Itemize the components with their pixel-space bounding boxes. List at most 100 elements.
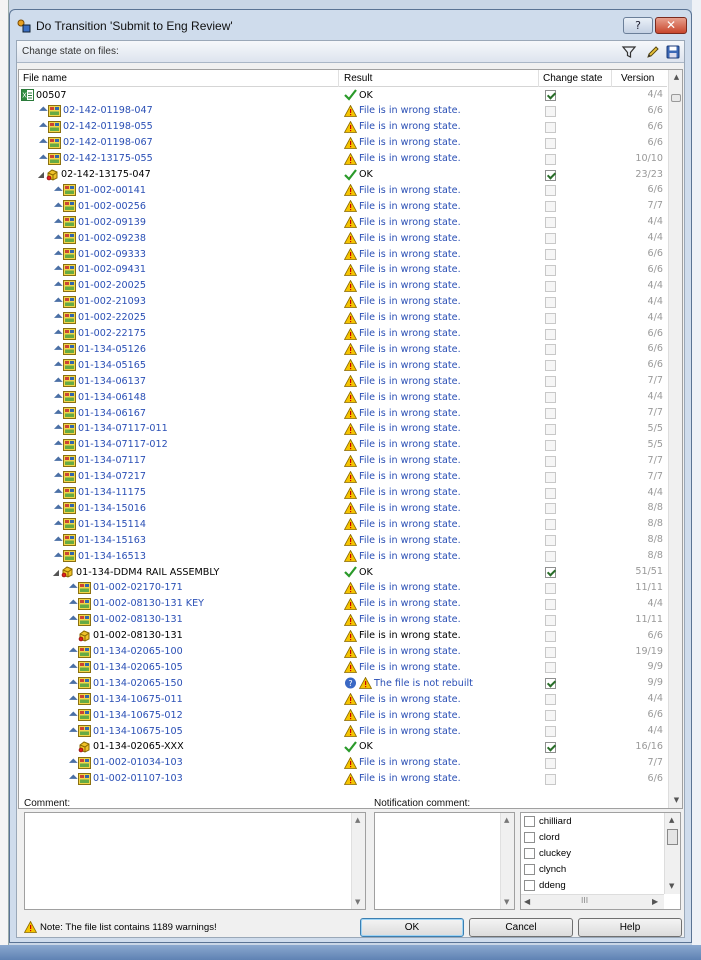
file-name[interactable]: 01-134-10675-011 [93,694,183,705]
edit-icon[interactable] [645,44,661,60]
change-state-checkbox[interactable] [545,169,556,181]
notify-user-checkbox[interactable] [524,816,535,827]
file-name[interactable]: 01-002-09333 [78,249,146,260]
file-name[interactable]: 01-002-09431 [78,264,146,275]
users-horizontal-scrollbar[interactable]: ◀ III ▶ [521,894,664,909]
notify-user-item[interactable]: cluckey [524,848,571,859]
file-row[interactable]: ◥ 01-134-16513 File is in wrong state. 8/8 [19,549,667,565]
file-name[interactable]: 02-142-01198-055 [63,121,153,132]
file-row[interactable]: ◥ 01-002-01034-103 File is in wrong state.… [19,756,667,772]
file-name[interactable]: 01-134-07117-011 [78,423,168,434]
file-name[interactable]: 01-002-22175 [78,328,146,339]
title-help-button[interactable]: ? [623,17,653,34]
file-row[interactable]: ◥ 01-134-07117-011 File is in wrong state.… [19,422,667,438]
close-button[interactable]: ✕ [655,17,687,34]
file-row[interactable]: ◥ 01-002-09238 File is in wrong state. 4/4 [19,231,667,247]
file-name[interactable]: 01-134-06137 [78,376,146,387]
notify-user-item[interactable]: chilliard [524,816,572,827]
column-header-result[interactable]: Result [344,73,372,84]
file-name[interactable]: 01-134-02065-XXX [93,741,184,752]
change-state-checkbox[interactable] [545,567,556,578]
file-row[interactable]: ◥ 01-002-01107-103 File is in wrong state.… [19,772,667,788]
file-row[interactable]: ◥ 01-002-22025 File is in wrong state. 4/4 [19,311,667,327]
file-name[interactable]: 01-134-10675-105 [93,726,183,737]
file-row[interactable]: ◥ 01-134-06137 File is in wrong state. 7/7 [19,374,667,390]
comment-input[interactable]: ▲ ▼ [24,812,366,910]
file-row[interactable]: ◥ 01-002-21093 File is in wrong state. 4/4 [19,295,667,311]
file-name[interactable]: 01-134-DDM4 RAIL ASSEMBLY [76,567,219,578]
file-row[interactable]: X 00507 OK 4/4 [19,88,667,104]
notification-comment-input[interactable]: ▲ ▼ [374,812,515,910]
file-row[interactable]: ◥ 01-134-02065-105 File is in wrong state.… [19,660,667,676]
file-name[interactable]: 01-134-05126 [78,344,146,355]
notify-user-item[interactable]: clord [524,832,560,843]
file-name[interactable]: 01-002-22025 [78,312,146,323]
file-row[interactable]: ◥ 01-134-05165 File is in wrong state. 6/6 [19,358,667,374]
column-header-change-state[interactable]: Change state [543,73,603,84]
file-name[interactable]: 01-002-09238 [78,233,146,244]
file-name[interactable]: 01-134-15114 [78,519,146,530]
file-row[interactable]: ◥ 01-134-10675-105 File is in wrong state.… [19,724,667,740]
scroll-down-icon[interactable]: ▼ [669,793,682,808]
file-row[interactable]: ◥ 01-134-11175 File is in wrong state. 4/4 [19,486,667,502]
file-name[interactable]: 01-002-01107-103 [93,773,183,784]
tree-expander-icon[interactable]: ◢ [51,568,61,577]
help-button[interactable]: Help [578,918,682,937]
file-name[interactable]: 01-002-00256 [78,201,146,212]
file-row[interactable]: ◥ 01-002-02170-171 File is in wrong state.… [19,581,667,597]
file-row[interactable]: ◥ 02-142-01198-067 File is in wrong state.… [19,136,667,152]
notify-user-item[interactable]: ddeng [524,880,566,891]
file-name[interactable]: 01-002-08130-131 [93,630,183,641]
file-row[interactable]: ◥ 01-002-09333 File is in wrong state. 6/6 [19,247,667,263]
file-name[interactable]: 01-002-01034-103 [93,757,183,768]
save-icon[interactable] [665,44,681,60]
file-row[interactable]: ◢ 02-142-13175-047 OK 23/23 [19,168,667,184]
file-row[interactable]: ◥ 01-002-00141 File is in wrong state. 6/6 [19,183,667,199]
file-row[interactable]: ◥ 02-142-13175-055 File is in wrong state.… [19,152,667,168]
file-name[interactable]: 00507 [36,90,67,101]
change-state-checkbox[interactable] [545,90,556,101]
file-name[interactable]: 01-134-10675-012 [93,710,183,721]
file-name[interactable]: 02-142-13175-047 [61,169,151,180]
file-name[interactable]: 02-142-01198-047 [63,105,153,116]
file-row[interactable]: ◥ 01-134-15016 File is in wrong state. 8/8 [19,501,667,517]
tree-expander-icon[interactable]: ◢ [36,170,46,179]
file-name[interactable]: 02-142-01198-067 [63,137,153,148]
file-row[interactable]: ◥ 01-134-02065-100 File is in wrong state.… [19,645,667,661]
file-name[interactable]: 01-134-16513 [78,551,146,562]
file-list[interactable]: File name Result Change state Version X 0… [18,69,683,809]
file-row[interactable]: ◥ 01-002-09431 File is in wrong state. 6/6 [19,263,667,279]
file-row[interactable]: ◥ 02-142-01198-047 File is in wrong state.… [19,104,667,120]
file-row[interactable]: ◥ 01-002-22175 File is in wrong state. 6/6 [19,327,667,343]
file-name[interactable]: 01-134-11175 [78,487,146,498]
file-name[interactable]: 01-002-09139 [78,217,146,228]
notify-users-list[interactable]: chilliard clord cluckey clynch ddeng ▲ ▼ ◀ I… [520,812,681,910]
file-row[interactable]: ◥ 01-134-07217 File is in wrong state. 7/7 [19,470,667,486]
notify-user-checkbox[interactable] [524,880,535,891]
file-name[interactable]: 01-002-20025 [78,280,146,291]
file-row[interactable]: ◥ 02-142-01198-055 File is in wrong state.… [19,120,667,136]
file-name[interactable]: 01-134-07117-012 [78,439,168,450]
file-name[interactable]: 01-134-06167 [78,408,146,419]
list-vertical-scrollbar[interactable]: ▲ ▼ [668,70,682,808]
file-row[interactable]: ◥ 01-002-00256 File is in wrong state. 7/7 [19,199,667,215]
column-header-file-name[interactable]: File name [23,73,67,84]
file-name[interactable]: 01-134-02065-150 [93,678,183,689]
file-row[interactable]: ◥ 01-134-15163 File is in wrong state. 8/8 [19,533,667,549]
file-row[interactable]: ◥ 01-134-10675-011 File is in wrong state.… [19,692,667,708]
notify-user-checkbox[interactable] [524,848,535,859]
file-name[interactable]: 01-134-05165 [78,360,146,371]
file-row[interactable]: ◥ 01-134-06167 File is in wrong state. 7/7 [19,406,667,422]
change-state-checkbox[interactable] [545,678,556,690]
ok-button[interactable]: OK [360,918,464,937]
file-name[interactable]: 01-002-02170-171 [93,582,183,593]
file-row[interactable]: ◥ 01-134-06148 File is in wrong state. 4/4 [19,390,667,406]
file-name[interactable]: 01-002-00141 [78,185,146,196]
notify-user-checkbox[interactable] [524,864,535,875]
file-name[interactable]: 01-134-06148 [78,392,146,403]
file-row[interactable]: 01-134-02065-XXX OK 16/16 [19,740,667,756]
file-name[interactable]: 01-134-15163 [78,535,146,546]
file-row[interactable]: ◥ 01-134-10675-012 File is in wrong state.… [19,708,667,724]
notification-scrollbar[interactable]: ▲ ▼ [500,813,514,909]
file-name[interactable]: 01-134-07217 [78,471,146,482]
